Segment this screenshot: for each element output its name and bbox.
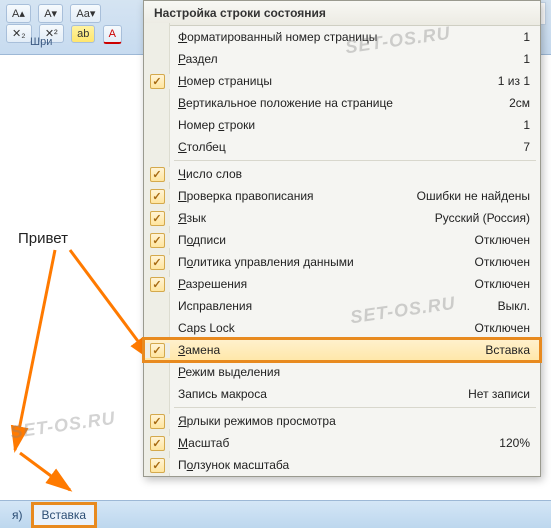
checkmark-icon: ✓ [150, 277, 165, 292]
menu-item[interactable]: ✓ Масштаб120% [144, 432, 540, 454]
menu-item-label: Язык [170, 211, 425, 225]
checkmark-icon: ✓ [150, 167, 165, 182]
menu-item-label: Столбец [170, 140, 513, 154]
checkmark-icon: ✓ [150, 343, 165, 358]
menu-item-label: Число слов [170, 167, 520, 181]
status-language-fragment[interactable]: я) [4, 505, 31, 525]
menu-item-value: Русский (Россия) [425, 211, 530, 225]
menu-item[interactable]: Запись макросаНет записи [144, 383, 540, 405]
checkmark-icon: ✓ [150, 436, 165, 451]
change-case-button[interactable]: Aa▾ [70, 4, 101, 23]
status-bar[interactable]: я) Вставка [0, 500, 551, 528]
menu-check-column: ✓ [144, 277, 170, 292]
menu-item-label: Масштаб [170, 436, 489, 450]
menu-separator [174, 160, 536, 161]
menu-item[interactable]: ✓ Политика управления даннымиОтключен [144, 251, 540, 273]
checkmark-icon: ✓ [150, 233, 165, 248]
menu-item-label: Подписи [170, 233, 464, 247]
menu-check-column: ✓ [144, 74, 170, 89]
checkmark-icon: ✓ [150, 458, 165, 473]
menu-item-label: Запись макроса [170, 387, 458, 401]
menu-item-value: Отключен [464, 255, 530, 269]
menu-item-value: Выкл. [488, 299, 530, 313]
menu-item-label: Ярлыки режимов просмотра [170, 414, 520, 428]
menu-item-label: Номер строки [170, 118, 513, 132]
menu-check-column: ✓ [144, 189, 170, 204]
menu-item-value: 7 [513, 140, 530, 154]
menu-item-value: 120% [489, 436, 530, 450]
menu-item[interactable]: ✓ РазрешенияОтключен [144, 273, 540, 295]
menu-item-value: Отключен [464, 277, 530, 291]
menu-item[interactable]: ✓ Номер страницы1 из 1 [144, 70, 540, 92]
checkmark-icon: ✓ [150, 74, 165, 89]
menu-check-column: ✓ [144, 414, 170, 429]
menu-item[interactable]: ✓ ЯзыкРусский (Россия) [144, 207, 540, 229]
menu-item-label: Замена [170, 343, 475, 357]
checkmark-icon: ✓ [150, 189, 165, 204]
checkmark-icon: ✓ [150, 211, 165, 226]
menu-item-label: Ползунок масштаба [170, 458, 520, 472]
menu-separator [174, 407, 536, 408]
menu-item[interactable]: Caps LockОтключен [144, 317, 540, 339]
menu-item[interactable]: ✓ Число слов [144, 163, 540, 185]
menu-item[interactable]: ✓ Проверка правописанияОшибки не найдены [144, 185, 540, 207]
menu-item[interactable]: ИсправленияВыкл. [144, 295, 540, 317]
menu-item-label: Политика управления данными [170, 255, 464, 269]
menu-item-value: Отключен [464, 321, 530, 335]
checkmark-icon: ✓ [150, 414, 165, 429]
menu-item-value: 1 [513, 118, 530, 132]
menu-item-label: Раздел [170, 52, 513, 66]
menu-title: Настройка строки состояния [144, 1, 540, 26]
font-group-label: Шри [30, 36, 52, 48]
menu-item[interactable]: Вертикальное положение на странице2см [144, 92, 540, 114]
menu-check-column: ✓ [144, 167, 170, 182]
menu-item-value: Отключен [464, 233, 530, 247]
menu-item[interactable]: Режим выделения [144, 361, 540, 383]
menu-item-label: Проверка правописания [170, 189, 407, 203]
menu-check-column: ✓ [144, 255, 170, 270]
menu-item-label: Разрешения [170, 277, 464, 291]
statusbar-customize-menu: Настройка строки состояния Форматированн… [143, 0, 541, 477]
menu-check-column: ✓ [144, 343, 170, 358]
grow-font-button[interactable]: A▴ [6, 4, 31, 23]
menu-item-value: Вставка [475, 343, 530, 357]
menu-item-value: Нет записи [458, 387, 530, 401]
menu-item[interactable]: ✓ ЗаменаВставка [144, 339, 540, 361]
font-color-button[interactable]: A [103, 25, 122, 44]
status-insert-mode[interactable]: Вставка [31, 502, 98, 528]
document-text: Привет [18, 230, 68, 247]
menu-item-value: 2см [499, 96, 530, 110]
menu-item[interactable]: Форматированный номер страницы1 [144, 26, 540, 48]
menu-check-column: ✓ [144, 233, 170, 248]
highlight-button[interactable]: ab [71, 25, 95, 43]
menu-item[interactable]: Раздел1 [144, 48, 540, 70]
menu-check-column: ✓ [144, 458, 170, 473]
menu-item-value: 1 [513, 52, 530, 66]
menu-item[interactable]: Столбец7 [144, 136, 540, 158]
text-effects-button[interactable]: ✕₂ [6, 24, 32, 43]
menu-item-label: Номер страницы [170, 74, 488, 88]
menu-item-value: Ошибки не найдены [407, 189, 530, 203]
menu-item[interactable]: ✓ Ползунок масштаба [144, 454, 540, 476]
menu-item-label: Форматированный номер страницы [170, 30, 513, 44]
menu-item-label: Вертикальное положение на странице [170, 96, 499, 110]
menu-item-label: Исправления [170, 299, 488, 313]
menu-item[interactable]: Номер строки1 [144, 114, 540, 136]
checkmark-icon: ✓ [150, 255, 165, 270]
menu-item-label: Caps Lock [170, 321, 464, 335]
menu-item[interactable]: ✓ ПодписиОтключен [144, 229, 540, 251]
menu-item-value: 1 [513, 30, 530, 44]
menu-check-column: ✓ [144, 211, 170, 226]
shrink-font-button[interactable]: A▾ [38, 4, 63, 23]
menu-item-value: 1 из 1 [488, 74, 530, 88]
menu-check-column: ✓ [144, 436, 170, 451]
menu-item[interactable]: ✓ Ярлыки режимов просмотра [144, 410, 540, 432]
menu-item-label: Режим выделения [170, 365, 520, 379]
